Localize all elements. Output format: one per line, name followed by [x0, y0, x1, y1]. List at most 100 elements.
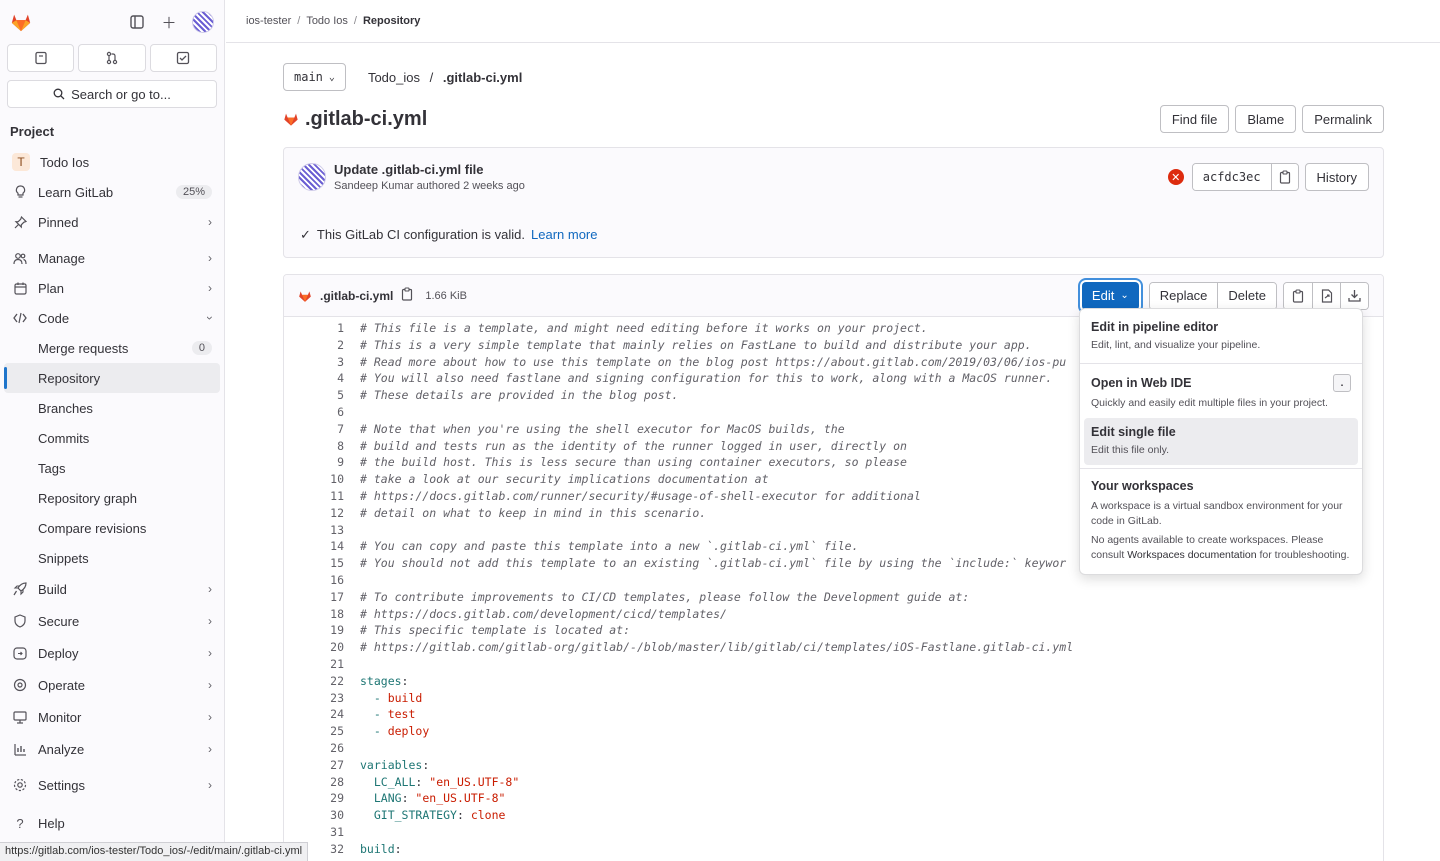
gitlab-logo-icon[interactable]	[10, 11, 32, 33]
chevron-down-icon: ⌄	[1120, 290, 1129, 301]
line-number[interactable]: 15	[284, 555, 360, 572]
path-repo-link[interactable]: Todo_ios	[368, 70, 420, 85]
sidebar-item-settings[interactable]: Settings ›	[0, 769, 224, 801]
line-number[interactable]: 14	[284, 538, 360, 555]
author-avatar[interactable]	[298, 163, 326, 191]
breadcrumb-group[interactable]: ios-tester	[246, 15, 291, 27]
line-number[interactable]: 9	[284, 454, 360, 471]
sidebar-item-project[interactable]: T Todo Ios	[0, 147, 224, 177]
line-number[interactable]: 21	[284, 656, 360, 673]
find-file-button[interactable]: Find file	[1159, 105, 1230, 133]
menu-item-edit-single-file[interactable]: Edit single file Edit this file only.	[1084, 418, 1358, 465]
line-number[interactable]: 31	[284, 824, 360, 841]
blame-button[interactable]: Blame	[1235, 105, 1297, 133]
open-raw-icon[interactable]	[1312, 282, 1340, 309]
sidebar-item-merge-requests[interactable]: Merge requests 0	[0, 333, 224, 363]
menu-item-web-ide[interactable]: Open in Web IDE . Quickly and easily edi…	[1084, 367, 1358, 418]
line-content: # To contribute improvements to CI/CD te…	[360, 589, 970, 604]
line-number[interactable]: 30	[284, 807, 360, 824]
sidebar-item-analyze[interactable]: Analyze ›	[0, 733, 224, 765]
line-number[interactable]: 18	[284, 606, 360, 623]
line-content: # Note that when you're using the shell …	[360, 421, 845, 436]
line-number[interactable]: 24	[284, 706, 360, 723]
sidebar-item-commits[interactable]: Commits	[0, 423, 224, 453]
plan-label: Plan	[38, 280, 65, 296]
line-number[interactable]: 26	[284, 740, 360, 757]
learn-progress-badge: 25%	[175, 185, 212, 199]
line-number[interactable]: 12	[284, 505, 360, 522]
sidebar-item-repository[interactable]: Repository	[4, 363, 220, 393]
breadcrumb-current[interactable]: Repository	[363, 15, 420, 27]
sidebar-item-compare-revisions[interactable]: Compare revisions	[0, 513, 224, 543]
sidebar-item-build[interactable]: Build ›	[0, 573, 224, 605]
sidebar-item-code[interactable]: Code ›	[0, 303, 224, 333]
copy-contents-icon[interactable]	[1284, 282, 1312, 309]
analyze-label: Analyze	[38, 741, 85, 757]
copy-sha-icon[interactable]	[1271, 164, 1298, 190]
line-number[interactable]: 13	[284, 522, 360, 539]
line-number[interactable]: 7	[284, 421, 360, 438]
line-number[interactable]: 10	[284, 471, 360, 488]
branch-selector[interactable]: main ⌄	[283, 63, 346, 91]
sidebar-item-branches[interactable]: Branches	[0, 393, 224, 423]
line-number[interactable]: 19	[284, 622, 360, 639]
line-number[interactable]: 2	[284, 337, 360, 354]
delete-button[interactable]: Delete	[1217, 282, 1276, 309]
commit-author[interactable]: Sandeep Kumar	[334, 180, 414, 192]
line-number[interactable]: 29	[284, 790, 360, 807]
line-number[interactable]: 16	[284, 572, 360, 589]
chevron-right-icon: ›	[208, 582, 212, 596]
line-number[interactable]: 11	[284, 488, 360, 505]
replace-button[interactable]: Replace	[1149, 282, 1218, 309]
line-number[interactable]: 1	[284, 320, 360, 337]
line-number[interactable]: 5	[284, 387, 360, 404]
collapse-sidebar-icon[interactable]	[128, 13, 146, 31]
menu-item-pipeline-editor[interactable]: Edit in pipeline editor Edit, lint, and …	[1084, 313, 1358, 360]
line-number[interactable]: 28	[284, 774, 360, 791]
breadcrumb-project[interactable]: Todo Ios	[306, 15, 348, 27]
commit-sha[interactable]: acfdc3ec	[1192, 164, 1272, 190]
sidebar-item-operate[interactable]: Operate ›	[0, 669, 224, 701]
sidebar-item-monitor[interactable]: Monitor ›	[0, 701, 224, 733]
learn-more-link[interactable]: Learn more	[531, 227, 597, 243]
sidebar-item-snippets[interactable]: Snippets	[0, 543, 224, 573]
todos-tab-icon[interactable]	[149, 44, 217, 72]
copy-path-icon[interactable]	[401, 287, 413, 304]
line-number[interactable]: 22	[284, 673, 360, 690]
sidebar-item-label: Compare revisions	[38, 520, 147, 536]
sidebar-item-deploy[interactable]: Deploy ›	[0, 637, 224, 669]
sidebar-item-secure[interactable]: Secure ›	[0, 605, 224, 637]
sidebar-item-tags[interactable]: Tags	[0, 453, 224, 483]
line-number[interactable]: 4	[284, 370, 360, 387]
sidebar-item-learn-gitlab[interactable]: Learn GitLab 25%	[0, 177, 224, 207]
chevron-right-icon: ›	[208, 215, 212, 229]
line-number[interactable]: 23	[284, 690, 360, 707]
line-number[interactable]: 17	[284, 589, 360, 606]
sidebar-item-plan[interactable]: Plan ›	[0, 273, 224, 303]
sidebar-item-manage[interactable]: Manage ›	[0, 243, 224, 273]
download-icon[interactable]	[1340, 282, 1368, 309]
permalink-button[interactable]: Permalink	[1302, 105, 1384, 133]
edit-dropdown-button[interactable]: Edit ⌄	[1081, 281, 1139, 310]
create-new-icon[interactable]: ＋	[160, 13, 178, 32]
menu-item-title-text: Open in Web IDE	[1091, 376, 1192, 390]
merge-requests-tab-icon[interactable]	[78, 44, 146, 72]
line-number[interactable]: 3	[284, 354, 360, 371]
sidebar-item-help[interactable]: ? Help	[0, 811, 224, 835]
sidebar-item-repository-graph[interactable]: Repository graph	[0, 483, 224, 513]
commit-title[interactable]: Update .gitlab-ci.yml file	[334, 162, 525, 177]
sidebar-item-pinned[interactable]: Pinned ›	[0, 207, 224, 237]
search-button[interactable]: Search or go to...	[7, 80, 217, 108]
secure-label: Secure	[38, 613, 80, 629]
workspaces-docs-link[interactable]: Workspaces documentation	[1127, 549, 1256, 561]
line-number[interactable]: 25	[284, 723, 360, 740]
history-button[interactable]: History	[1304, 163, 1369, 191]
issues-tab-icon[interactable]	[7, 44, 75, 72]
pipeline-failed-icon[interactable]: ✕	[1167, 169, 1184, 185]
line-number[interactable]: 20	[284, 639, 360, 656]
user-avatar[interactable]	[192, 11, 214, 33]
last-commit-panel: Update .gitlab-ci.yml file Sandeep Kumar…	[283, 147, 1384, 258]
line-number[interactable]: 6	[284, 404, 360, 421]
line-number[interactable]: 8	[284, 438, 360, 455]
line-number[interactable]: 27	[284, 757, 360, 774]
